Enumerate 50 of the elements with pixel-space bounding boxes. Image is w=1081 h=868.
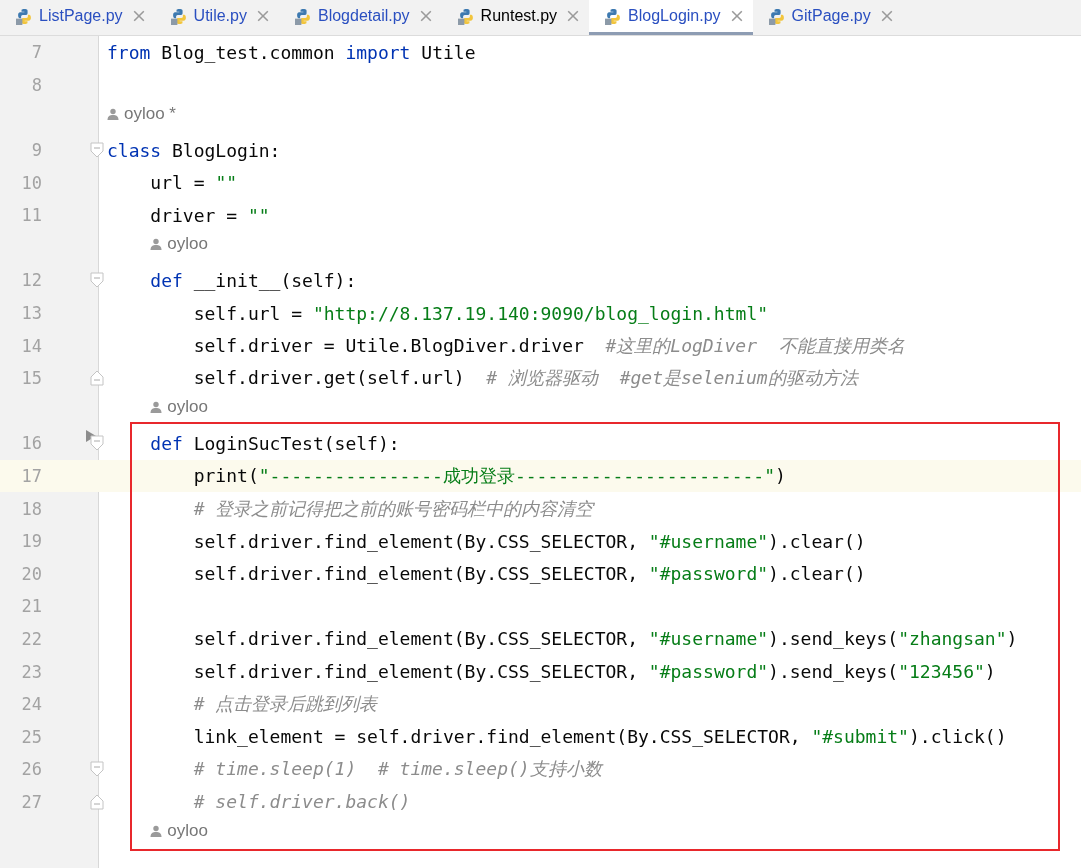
code-line: def __init__(self): [149, 269, 357, 291]
line-number: 9 [31, 140, 42, 161]
line-number: 17 [21, 466, 42, 486]
author-hint[interactable]: oyloo [150, 821, 208, 842]
code-line: # self.driver.back() [192, 791, 411, 813]
line-number: 18 [21, 498, 42, 519]
code-line: # time.sleep(1) # time.sleep()支持小数 [192, 758, 602, 780]
line-number: 14 [21, 335, 42, 356]
code-line: self.driver.find_element(By.CSS_SELECTOR, "#username").clear() [192, 530, 866, 552]
line-number: 16 [21, 433, 42, 454]
line-number: 7 [31, 42, 42, 63]
line-number: 24 [21, 694, 42, 715]
code-line: self.driver.find_element(By.CSS_SELECTOR, "#password").clear() [192, 563, 866, 585]
code-line: from Blog_test.common import Utile [107, 41, 476, 63]
code-line: self.url = "http://8.137.19.140:9090/blog_login.html" [192, 302, 769, 324]
code-line: link_element = self.driver.find_element(By.CSS_SELECTOR, "#submit").click() [192, 726, 1007, 748]
line-number: 21 [21, 596, 42, 617]
code-line: # 点击登录后跳到列表 [192, 693, 378, 715]
code-line: driver = "" [149, 204, 270, 226]
file-tab[interactable]: Blogdetail.py [278, 0, 442, 35]
line-number: 13 [21, 303, 42, 324]
author-hint[interactable]: oyloo [150, 397, 208, 418]
code-line: # 登录之前记得把之前的账号密码栏中的内容清空 [192, 497, 594, 519]
line-number: 12 [21, 270, 42, 291]
line-number: 20 [21, 563, 42, 584]
line-number: 22 [21, 629, 42, 649]
line-number: 25 [21, 726, 42, 747]
file-tab[interactable]: GitPage.py [752, 0, 903, 35]
code-line: self.driver.find_element(By.CSS_SELECTOR, "#password").send_keys("123456") [192, 661, 996, 683]
code-line: self.driver.find_element(By.CSS_SELECTOR, "#username").send_keys("zhangsan") [192, 628, 1018, 650]
line-number: 10 [21, 172, 42, 193]
code-line: self.driver.get(self.url) # 浏览器驱动 #get是selenium的驱动方法 [192, 367, 858, 389]
file-tab[interactable]: ListPage.py [0, 0, 155, 35]
line-number: 23 [21, 661, 42, 682]
line-number: 27 [21, 791, 42, 812]
code-line: self.driver = Utile.BlogDiver.driver #这里的LogDiver 不能直接用类名 [192, 334, 905, 356]
line-number: 8 [31, 74, 42, 95]
line-number: 19 [21, 531, 42, 552]
code-line: class BlogLogin: [107, 139, 281, 161]
line-number: 15 [21, 368, 42, 389]
code-line: def LoginSucTest(self): [149, 432, 400, 454]
code-line: print("----------------成功登录-----------------------") [192, 465, 786, 486]
code-line: url = "" [149, 172, 238, 194]
file-tab[interactable]: Runtest.py [441, 0, 590, 35]
line-number: 11 [21, 205, 42, 226]
file-tab[interactable]: Utile.py [154, 0, 279, 35]
author-hint[interactable]: oyloo * [107, 104, 176, 124]
author-hint[interactable]: oyloo [150, 234, 208, 255]
line-number: 26 [21, 759, 42, 780]
file-tab[interactable]: BlogLogin.py [589, 0, 753, 35]
